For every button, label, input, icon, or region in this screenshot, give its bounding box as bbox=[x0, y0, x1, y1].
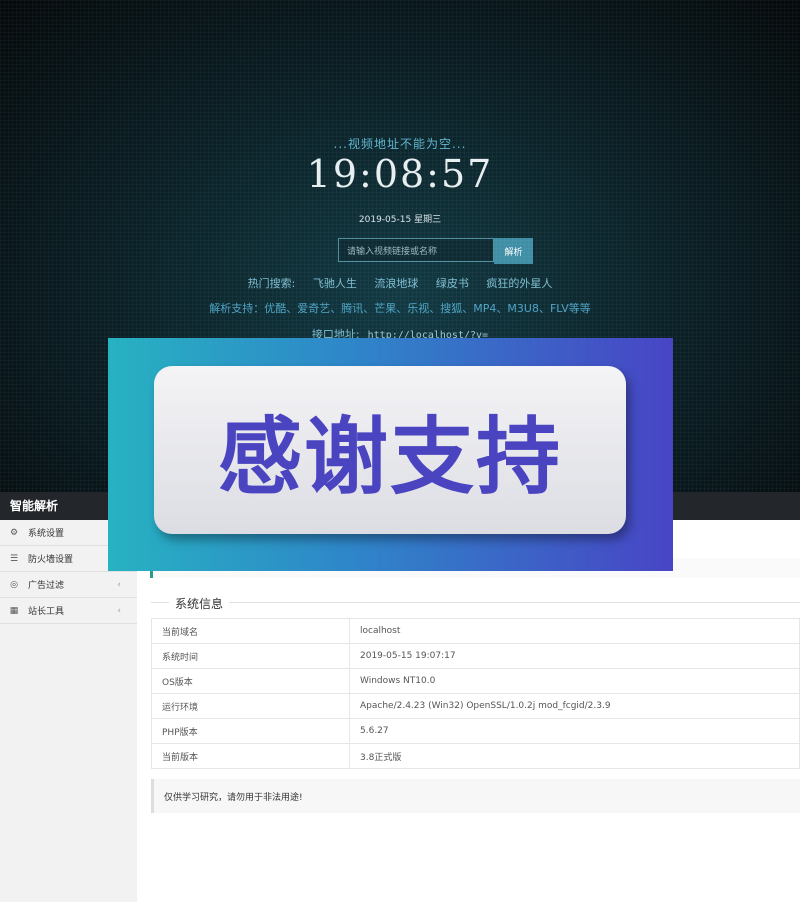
hot-search-item[interactable]: 流浪地球 bbox=[374, 277, 418, 290]
gear-icon: ⚙ bbox=[9, 527, 19, 538]
table-row: 系统时间 2019-05-15 19:07:17 bbox=[151, 643, 800, 669]
hot-search-label: 热门搜索: bbox=[247, 277, 296, 290]
info-value: Apache/2.4.23 (Win32) OpenSSL/1.0.2j mod… bbox=[349, 693, 800, 719]
legal-warning: 仅供学习研究，请勿用于非法用途! bbox=[151, 779, 800, 813]
chevron-left-icon: ‹ bbox=[117, 605, 121, 616]
table-row: 运行环境 Apache/2.4.23 (Win32) OpenSSL/1.0.2… bbox=[151, 693, 800, 719]
system-info-panel: 系统信息 当前域名 localhost 系统时间 2019-05-15 19:0… bbox=[151, 595, 800, 783]
empty-url-message: ...视频地址不能为空... bbox=[333, 137, 467, 151]
info-value: 3.8正式版 bbox=[349, 743, 800, 769]
supported-platforms: 解析支持：优酷、爱奇艺、腾讯、芒果、乐视、搜狐、MP4、M3U8、FLV等等 bbox=[209, 302, 591, 315]
search-bar: 请输入视频链接或名称 解析 bbox=[338, 238, 533, 264]
thanks-banner-text: 感谢支持 bbox=[217, 407, 562, 506]
grid-icon: ▦ bbox=[9, 605, 19, 616]
thanks-banner: 感谢支持 bbox=[108, 338, 673, 571]
list-icon: ☰ bbox=[9, 553, 19, 564]
info-value: 5.6.27 bbox=[349, 718, 800, 744]
table-row: 当前版本 3.8正式版 bbox=[151, 743, 800, 769]
check-circle-icon: ◎ bbox=[10, 579, 18, 590]
chevron-left-icon: ‹ bbox=[117, 579, 121, 590]
hot-search-item[interactable]: 疯狂的外星人 bbox=[486, 277, 552, 290]
info-value: localhost bbox=[349, 618, 800, 644]
thanks-banner-card: 感谢支持 bbox=[154, 366, 626, 534]
info-key: 系统时间 bbox=[151, 643, 350, 669]
brand-title: 智能解析 bbox=[10, 499, 59, 513]
hot-search: 热门搜索: 飞驰人生 流浪地球 绿皮书 疯狂的外星人 bbox=[0, 275, 800, 291]
sidebar-item-label: 广告过滤 bbox=[28, 581, 65, 591]
admin-sidebar: ⚙ 系统设置 ☰ 防火墙设置 ◎ 广告过滤 ‹ ▦ 站长工具 ‹ bbox=[0, 520, 138, 902]
table-row: PHP版本 5.6.27 bbox=[151, 718, 800, 744]
sidebar-item-ad-filter[interactable]: ◎ 广告过滤 ‹ bbox=[0, 572, 137, 598]
info-value: Windows NT10.0 bbox=[349, 668, 800, 694]
hot-search-item[interactable]: 飞驰人生 bbox=[313, 277, 357, 290]
info-key: 当前域名 bbox=[151, 618, 350, 644]
video-url-input[interactable]: 请输入视频链接或名称 bbox=[338, 238, 494, 262]
date-display: 2019-05-15 星期三 bbox=[358, 215, 442, 225]
clock: 19:08:57 bbox=[306, 152, 494, 196]
hot-search-item[interactable]: 绿皮书 bbox=[436, 277, 469, 290]
info-key: PHP版本 bbox=[151, 718, 350, 744]
info-key: 当前版本 bbox=[151, 743, 350, 769]
table-row: OS版本 Windows NT10.0 bbox=[151, 668, 800, 694]
info-value: 2019-05-15 19:07:17 bbox=[349, 643, 800, 669]
sidebar-item-webmaster-tools[interactable]: ▦ 站长工具 ‹ bbox=[0, 598, 137, 624]
sidebar-item-label: 系统设置 bbox=[28, 529, 65, 539]
info-key: OS版本 bbox=[151, 668, 350, 694]
table-row: 当前域名 localhost bbox=[151, 618, 800, 644]
system-info-table: 当前域名 localhost 系统时间 2019-05-15 19:07:17 … bbox=[151, 618, 800, 769]
info-key: 运行环境 bbox=[151, 693, 350, 719]
parse-button[interactable]: 解析 bbox=[494, 238, 533, 264]
sidebar-item-label: 站长工具 bbox=[28, 607, 65, 617]
admin-main: 系统信息 当前域名 localhost 系统时间 2019-05-15 19:0… bbox=[137, 520, 800, 902]
sidebar-item-label: 防火墙设置 bbox=[28, 555, 74, 565]
system-info-title: 系统信息 bbox=[169, 595, 230, 612]
